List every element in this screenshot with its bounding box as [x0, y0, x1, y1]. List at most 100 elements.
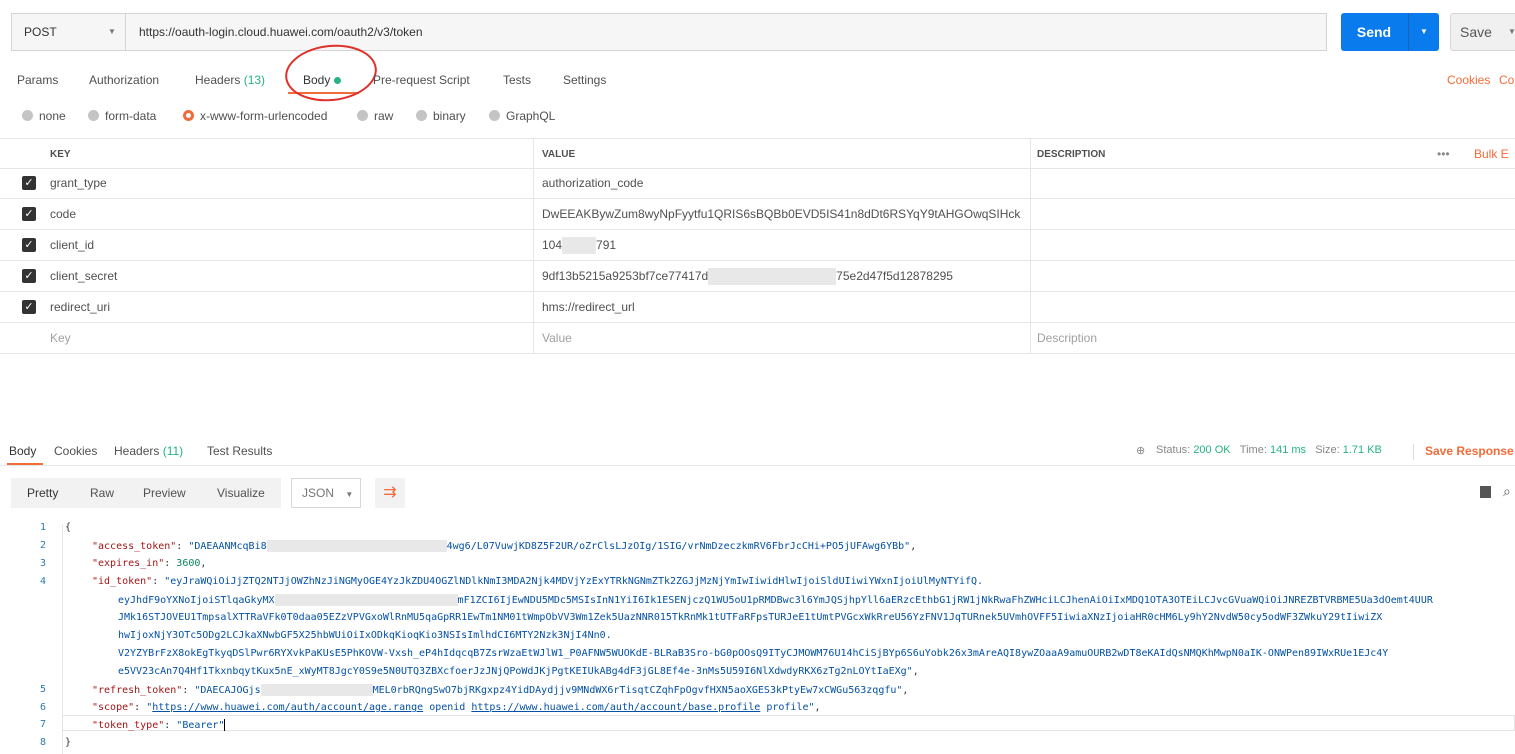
line-number: 5 [39, 684, 46, 695]
wrap-lines-icon[interactable]: ⇉ [375, 478, 405, 508]
time-value: 141 ms [1269, 444, 1307, 456]
code-line: "scope": "https://www.huawei.com/auth/ac… [92, 702, 821, 713]
param-key[interactable]: code [50, 199, 76, 230]
checkbox[interactable]: ✓ [22, 269, 36, 283]
view-pretty-button[interactable]: Pretty [27, 478, 58, 508]
param-value[interactable]: 9df13b5215a9253bf7ce77417d 75e2d47f5d1287… [542, 261, 953, 292]
tab-tests[interactable]: Tests [503, 73, 531, 87]
radio-graphql[interactable]: GraphQL [489, 109, 555, 123]
new-key-input[interactable]: Key [50, 323, 71, 354]
format-select[interactable]: JSON ▼ [291, 478, 361, 508]
column-value: VALUE [542, 149, 576, 160]
code-line: "refresh_token": "DAECAJOGjs MEL0rbRQngSw… [92, 684, 909, 696]
param-key[interactable]: grant_type [50, 168, 107, 199]
code-line: V2YZYBrFzX8okEgTkyqDSlPwr6RYXvkPaKUsE5Ph… [118, 648, 1389, 659]
code-line: "id_token": "eyJraWQiOiJjZTQ2NTJjOWZhNzJ… [92, 576, 984, 587]
view-visualize-button[interactable]: Visualize [217, 478, 265, 508]
view-preview-button[interactable]: Preview [143, 478, 186, 508]
code-line: JMk16STJOVEU1TmpsalXTTRaVFk0T0daa05EZzVP… [118, 612, 1383, 623]
tab-authorization[interactable]: Authorization [89, 73, 159, 87]
table-row-new: Key Value Description [0, 323, 1515, 354]
more-icon[interactable]: ••• [1437, 139, 1450, 170]
radio-raw-label: raw [374, 109, 394, 123]
tab-headers-label: Headers [195, 73, 241, 87]
table-row: ✓ code DwEEAKBywZum8wyNpFyytfu1QRIS6sBQB… [0, 199, 1515, 230]
response-meta: Status: 200 OK Time: 141 ms Size: 1.71 K… [1156, 444, 1382, 456]
radio-form-data[interactable]: form-data [88, 109, 156, 123]
line-number: 2 [39, 540, 46, 551]
table-row: ✓ client_id 104 791 [0, 230, 1515, 261]
checkbox[interactable]: ✓ [22, 238, 36, 252]
chevron-down-icon[interactable]: ▼ [1508, 14, 1515, 50]
checkbox[interactable]: ✓ [22, 300, 36, 314]
cookies-link[interactable]: Cookies [1447, 73, 1490, 87]
code-line: hwIjoxNjY3OTc5ODg2LCJkaXNwbGF5X25hbWUiOi… [118, 630, 612, 641]
send-dropdown-icon[interactable]: ▼ [1409, 13, 1439, 51]
radio-dot-selected [183, 110, 194, 121]
code-line: "expires_in": 3600, [92, 558, 207, 569]
param-value[interactable]: 104 791 [542, 230, 616, 261]
line-number: 7 [39, 719, 46, 730]
radio-graphql-label: GraphQL [506, 109, 556, 123]
param-key[interactable]: client_secret [50, 261, 117, 292]
new-value-input[interactable]: Value [542, 323, 572, 354]
save-label: Save [1460, 24, 1492, 40]
method-label: POST [24, 25, 57, 39]
resp-tab-headers-label: Headers [114, 444, 160, 458]
table-row: ✓ client_secret 9df13b5215a9253bf7ce7741… [0, 261, 1515, 292]
text-cursor [224, 719, 226, 731]
view-raw-button[interactable]: Raw [90, 478, 114, 508]
tab-headers[interactable]: Headers (13) [195, 73, 265, 87]
send-label: Send [1356, 24, 1392, 40]
table-row: ✓ redirect_uri hms://redirect_url [0, 292, 1515, 323]
param-key[interactable]: client_id [50, 230, 94, 261]
url-input[interactable]: https://oauth-login.cloud.huawei.com/oau… [139, 14, 423, 50]
param-value[interactable]: hms://redirect_url [542, 292, 635, 323]
tab-params[interactable]: Params [17, 73, 58, 87]
resp-tab-test-results[interactable]: Test Results [207, 444, 272, 458]
radio-none-label: none [39, 109, 66, 123]
column-key: KEY [50, 149, 71, 160]
param-key[interactable]: redirect_uri [50, 292, 110, 323]
save-button[interactable]: Save ▼ [1450, 13, 1515, 51]
radio-dot [357, 110, 368, 121]
globe-icon[interactable]: ⊕ [1136, 444, 1145, 457]
radio-urlencoded[interactable]: x-www-form-urlencoded [183, 109, 327, 123]
bulk-edit-link[interactable]: Bulk E [1474, 139, 1509, 170]
tab-settings[interactable]: Settings [563, 73, 606, 87]
code-line: e5VV23cAn7Q4Hf1TkxnbqytKux5nE_xWyMT8JgcY… [118, 666, 919, 677]
radio-dot [416, 110, 427, 121]
radio-none[interactable]: none [22, 109, 66, 123]
checkbox[interactable]: ✓ [22, 176, 36, 190]
radio-binary-label: binary [433, 109, 466, 123]
resp-tab-cookies[interactable]: Cookies [54, 444, 97, 458]
save-response-button[interactable]: Save Response [1425, 444, 1514, 458]
tab-prerequest-script[interactable]: Pre-request Script [373, 73, 470, 87]
code-link[interactable]: Co [1499, 73, 1514, 87]
line-number: 4 [39, 576, 46, 587]
method-select[interactable]: POST ▼ [12, 14, 126, 50]
column-description: DESCRIPTION [1037, 149, 1106, 160]
table-row: ✓ grant_type authorization_code [0, 168, 1515, 199]
current-line-highlight [62, 715, 1515, 731]
code-line: "access_token": "DAEAANMcqBi8 4wg6/L07Vuw… [92, 540, 917, 552]
copy-icon[interactable] [1480, 486, 1491, 498]
new-description-input[interactable]: Description [1037, 323, 1097, 354]
url-bar: POST ▼ https://oauth-login.cloud.huawei.… [11, 13, 1327, 51]
search-icon[interactable]: ⌕ [1503, 483, 1511, 500]
checkbox[interactable]: ✓ [22, 207, 36, 221]
line-number: 6 [39, 702, 46, 713]
code-line: { [65, 522, 72, 533]
radio-dot [22, 110, 33, 121]
radio-binary[interactable]: binary [416, 109, 466, 123]
radio-dot [489, 110, 500, 121]
send-button[interactable]: Send ▼ [1341, 13, 1439, 51]
resp-tab-body[interactable]: Body [9, 444, 36, 458]
headers-count: (13) [243, 73, 266, 87]
param-value[interactable]: DwEEAKBywZum8wyNpFyytfu1QRIS6sBQBb0EVD5I… [542, 199, 1020, 230]
resp-tab-headers[interactable]: Headers (11) [114, 444, 183, 458]
param-value[interactable]: authorization_code [542, 168, 643, 199]
line-number: 1 [39, 522, 46, 533]
radio-dot [88, 110, 99, 121]
radio-raw[interactable]: raw [357, 109, 393, 123]
